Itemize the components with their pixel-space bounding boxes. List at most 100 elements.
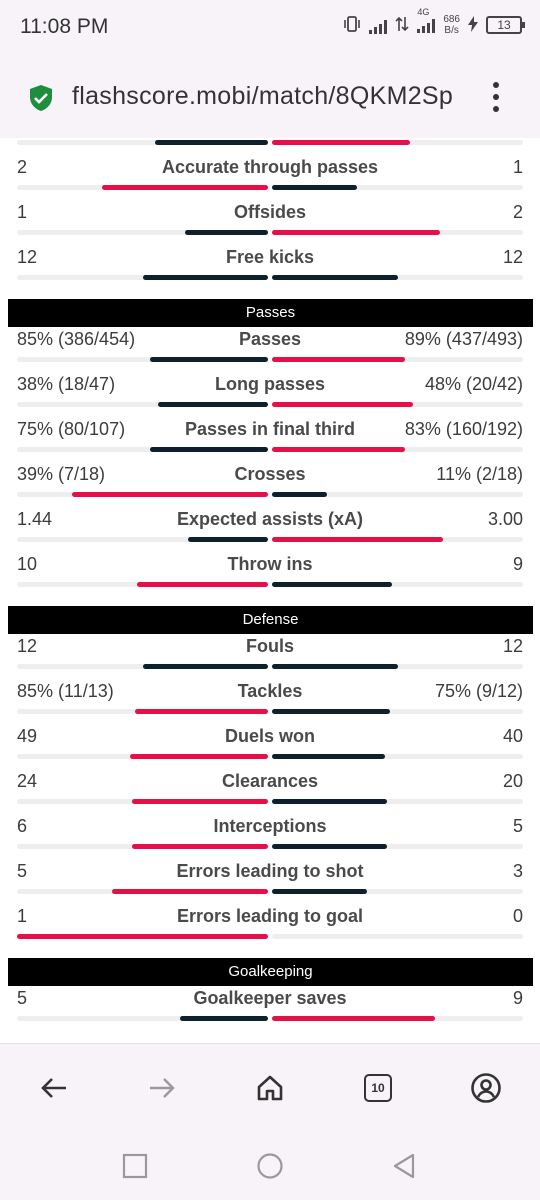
secure-shield-icon[interactable]	[28, 84, 54, 112]
more-menu-icon[interactable]	[486, 82, 506, 112]
home-bar-track	[17, 844, 268, 849]
stat-row: 10 Throw ins 9	[0, 551, 540, 596]
stat-row: 2 Accurate through passes 1	[0, 154, 540, 199]
stat-row	[0, 138, 540, 154]
home-bar-track	[17, 799, 268, 804]
away-bar-fill	[272, 582, 393, 587]
account-icon[interactable]	[468, 1070, 504, 1106]
stat-away-value: 0	[512, 906, 523, 926]
home-icon[interactable]	[252, 1070, 288, 1106]
stat-away-value: 75% (9/12)	[434, 681, 523, 701]
stat-row: 1.44 Expected assists (xA) 3.00	[0, 506, 540, 551]
stat-away-value: 3	[512, 861, 523, 881]
status-icons: 4G 686 B/s 13	[343, 7, 525, 36]
stat-away-value: 12	[502, 636, 523, 656]
away-bar-track	[272, 357, 523, 362]
stat-home-value: 85% (11/13)	[17, 681, 114, 701]
home-circle-icon[interactable]	[255, 1151, 285, 1181]
away-bar-fill	[272, 664, 398, 669]
stat-away-value: 20	[502, 771, 523, 791]
stat-row: 24 Clearances 20	[0, 768, 540, 813]
away-bar-fill	[272, 799, 388, 804]
section-header-passes: Passes	[8, 299, 533, 327]
stat-label: Tackles	[237, 681, 303, 701]
stat-home-value: 38% (18/47)	[17, 374, 116, 394]
stat-away-value: 83% (160/192)	[404, 419, 523, 439]
forward-arrow-icon[interactable]	[144, 1070, 180, 1106]
stat-home-value: 75% (80/107)	[17, 419, 126, 439]
tabs-icon[interactable]: 10	[360, 1070, 396, 1106]
home-bar-track	[17, 230, 268, 235]
stat-away-value: 12	[502, 247, 523, 267]
status-time: 11:08 PM	[20, 15, 109, 38]
stat-label: Passes	[238, 329, 302, 349]
stat-away-value: 9	[512, 988, 523, 1008]
stat-label: Crosses	[234, 464, 306, 484]
stat-label: Fouls	[246, 636, 294, 656]
stat-away-value: 89% (437/493)	[404, 329, 523, 349]
stat-label: Clearances	[221, 771, 319, 791]
stat-home-value: 12	[17, 247, 38, 267]
home-bar-track	[17, 357, 268, 362]
home-bar-fill	[132, 844, 268, 849]
home-bar-fill	[142, 664, 268, 669]
stat-home-value: 1	[17, 906, 28, 926]
home-bar-track	[17, 582, 268, 587]
stat-label: Throw ins	[227, 554, 313, 574]
stat-row: 5 Goalkeeper saves 9	[0, 985, 540, 1030]
home-bar-fill	[112, 889, 268, 894]
signal-icon	[369, 16, 388, 34]
stat-label: Free kicks	[225, 247, 315, 267]
stat-away-value: 9	[512, 554, 523, 574]
stat-home-value: 5	[17, 861, 28, 881]
browser-bottom-nav: 10	[0, 1043, 540, 1131]
away-bar-track	[272, 185, 523, 190]
signal-icon-2	[417, 15, 436, 33]
away-bar-track	[272, 889, 523, 894]
url-text[interactable]: flashscore.mobi/match/8QKM2Sp	[72, 82, 467, 111]
away-bar-fill	[272, 492, 328, 497]
stat-row: 1 Offsides 2	[0, 199, 540, 244]
home-bar-track	[17, 402, 268, 407]
data-arrows-icon	[395, 15, 409, 36]
away-bar-track	[272, 492, 523, 497]
away-bar-track	[272, 402, 523, 407]
home-bar-fill	[102, 185, 268, 190]
away-bar-track	[272, 230, 523, 235]
stat-label: Accurate through passes	[161, 157, 379, 177]
stat-home-value: 24	[17, 771, 38, 791]
stat-row: 38% (18/47) Long passes 48% (20/42)	[0, 371, 540, 416]
home-bar-track	[17, 492, 268, 497]
home-bar-track	[17, 140, 268, 145]
away-bar-fill	[272, 844, 388, 849]
away-bar-track	[272, 447, 523, 452]
home-bar-track	[17, 889, 268, 894]
away-bar-fill	[272, 709, 390, 714]
home-bar-track	[17, 1016, 268, 1021]
back-arrow-icon[interactable]	[36, 1070, 72, 1106]
status-bar: 11:08 PM 4G 686 B/s 13	[0, 0, 540, 56]
stat-label: Errors leading to goal	[176, 906, 364, 926]
away-bar-track	[272, 754, 523, 759]
away-bar-track	[272, 582, 523, 587]
stat-label: Expected assists (xA)	[176, 509, 364, 529]
recents-square-icon[interactable]	[120, 1151, 150, 1181]
home-bar-track	[17, 447, 268, 452]
section-header-goalkeeping: Goalkeeping	[8, 958, 533, 986]
stat-home-value: 10	[17, 554, 38, 574]
home-bar-fill	[185, 230, 268, 235]
away-bar-track	[272, 934, 523, 939]
stat-away-value: 5	[512, 816, 523, 836]
vibrate-icon	[343, 15, 361, 36]
home-bar-track	[17, 754, 268, 759]
away-bar-fill	[272, 357, 406, 362]
home-bar-fill	[150, 447, 268, 452]
stat-home-value: 6	[17, 816, 28, 836]
stat-row: 39% (7/18) Crosses 11% (2/18)	[0, 461, 540, 506]
system-nav-bar	[0, 1131, 540, 1200]
back-triangle-icon[interactable]	[390, 1151, 420, 1181]
network-type: 4G	[417, 6, 430, 17]
url-bar[interactable]: flashscore.mobi/match/8QKM2Sp	[0, 56, 540, 138]
stat-label: Duels won	[224, 726, 315, 746]
home-bar-fill	[157, 402, 268, 407]
